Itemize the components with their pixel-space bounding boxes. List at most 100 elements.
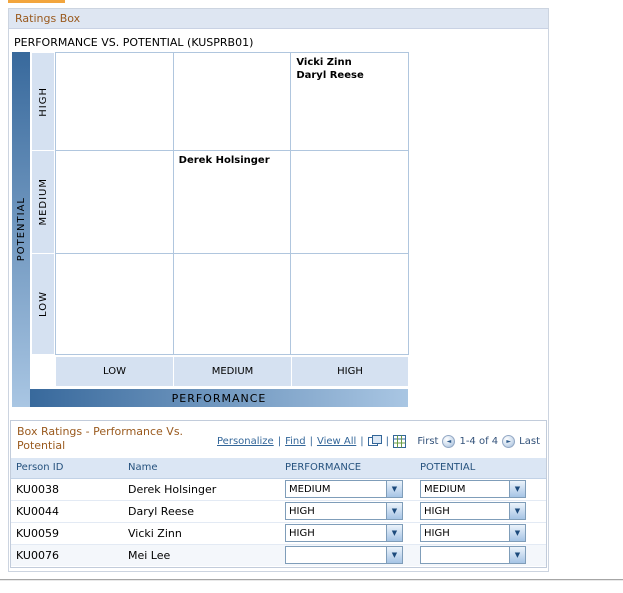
dropdown-arrow-icon[interactable]: ▼ [509, 525, 525, 541]
grid-title: Box Ratings - Performance Vs. Potential [17, 425, 184, 452]
toolbar-separator: | [309, 436, 313, 447]
dropdown-arrow-icon[interactable]: ▼ [509, 481, 525, 497]
table-row: KU0059 Vicki Zinn HIGH ▼ HIGH ▼ [11, 522, 546, 545]
performance-cell: ▼ [280, 544, 415, 566]
person-id-cell: KU0044 [11, 500, 123, 523]
download-icon[interactable] [393, 435, 407, 448]
potential-cell: ▼ [415, 544, 546, 566]
matrix-cell-medium-medium: Derek Holsinger [173, 151, 291, 253]
first-link[interactable]: First [417, 436, 438, 447]
section-header-label: Ratings Box [15, 12, 81, 25]
row-label-text: HIGH [37, 86, 49, 117]
table-row: KU0038 Derek Holsinger MEDIUM ▼ MEDIUM ▼ [11, 478, 546, 501]
performance-select[interactable]: ▼ [285, 546, 403, 565]
grid-popup-icon[interactable] [367, 435, 382, 448]
matrix-cell-high-high: Vicki Zinn Daryl Reese [291, 53, 408, 150]
matrix-row-label-low: LOW [32, 254, 54, 354]
table-row: KU0076 Mei Lee ▼ ▼ [11, 544, 546, 566]
dropdown-arrow-icon[interactable]: ▼ [386, 503, 402, 519]
potential-axis: POTENTIAL [12, 52, 30, 407]
performance-select[interactable]: HIGH ▼ [285, 524, 403, 542]
person-id-cell: KU0038 [11, 478, 123, 501]
box-ratings-table: Person ID Name PERFORMANCE POTENTIAL KU0… [11, 458, 546, 566]
matrix-row-label-high: HIGH [32, 53, 54, 150]
box-ratings-grid: Box Ratings - Performance Vs. Potential … [10, 420, 547, 568]
performance-select-value: HIGH [289, 527, 315, 539]
last-link[interactable]: Last [519, 436, 540, 447]
performance-axis: PERFORMANCE [30, 389, 408, 407]
potential-cell: HIGH ▼ [415, 522, 546, 545]
table-header-row: Person ID Name PERFORMANCE POTENTIAL [11, 458, 546, 479]
find-link[interactable]: Find [285, 436, 306, 447]
col-label-text: LOW [103, 366, 126, 377]
potential-select-value: HIGH [424, 527, 450, 539]
matrix-cell-medium-low [56, 151, 173, 253]
performance-select-value: MEDIUM [289, 483, 331, 495]
name-cell: Derek Holsinger [123, 478, 280, 501]
performance-cell: HIGH ▼ [280, 522, 415, 545]
col-header-person-id: Person ID [11, 458, 123, 479]
grid-toolbar: Personalize | Find | View All | | [217, 430, 407, 453]
matrix-person[interactable]: Daryl Reese [296, 69, 403, 82]
potential-cell: MEDIUM ▼ [415, 478, 546, 501]
matrix-col-label-medium: MEDIUM [174, 357, 291, 386]
dropdown-arrow-icon[interactable]: ▼ [509, 503, 525, 519]
col-label-text: MEDIUM [211, 366, 254, 377]
dropdown-arrow-icon[interactable]: ▼ [386, 481, 402, 497]
potential-select[interactable]: HIGH ▼ [420, 524, 526, 542]
name-cell: Mei Lee [123, 544, 280, 566]
toolbar-separator: | [360, 436, 364, 447]
person-id-cell: KU0076 [11, 544, 123, 566]
performance-select[interactable]: HIGH ▼ [285, 502, 403, 520]
ratings-box-page: Ratings Box PERFORMANCE VS. POTENTIAL (K… [0, 0, 623, 593]
matrix-cell-low-medium [173, 254, 291, 354]
dropdown-arrow-icon[interactable]: ▼ [386, 525, 402, 541]
page-divider [0, 579, 623, 580]
matrix-person[interactable]: Vicki Zinn [296, 56, 403, 69]
col-header-performance: PERFORMANCE [280, 458, 415, 479]
matrix-cell-low-low [56, 254, 173, 354]
matrix-cell-high-low [56, 53, 173, 150]
matrix-col-label-high: HIGH [292, 357, 408, 386]
performance-select[interactable]: MEDIUM ▼ [285, 480, 403, 498]
potential-select-value: HIGH [424, 505, 450, 517]
dropdown-arrow-icon[interactable]: ▼ [386, 547, 402, 564]
potential-select[interactable]: MEDIUM ▼ [420, 480, 526, 498]
view-all-link[interactable]: View All [317, 436, 356, 447]
row-range: 1-4 of 4 [459, 436, 499, 447]
matrix-cell-high-medium [173, 53, 291, 150]
potential-select[interactable]: HIGH ▼ [420, 502, 526, 520]
name-cell: Daryl Reese [123, 500, 280, 523]
personalize-link[interactable]: Personalize [217, 436, 274, 447]
potential-select[interactable]: ▼ [420, 546, 526, 565]
matrix-person[interactable]: Derek Holsinger [179, 154, 286, 167]
col-label-text: HIGH [337, 366, 363, 377]
matrix-col-label-low: LOW [56, 357, 173, 386]
next-arrow-icon[interactable]: ► [502, 435, 516, 448]
previous-arrow-icon[interactable]: ◄ [442, 435, 456, 448]
col-header-potential: POTENTIAL [415, 458, 546, 479]
toolbar-separator: | [277, 436, 282, 447]
potential-select-value: MEDIUM [424, 483, 466, 495]
row-label-text: LOW [37, 291, 49, 317]
matrix-cell-low-high [291, 254, 408, 354]
performance-select-value: HIGH [289, 505, 315, 517]
performance-axis-label: PERFORMANCE [171, 391, 267, 405]
chart-title: PERFORMANCE VS. POTENTIAL (KUSPRB01) [14, 36, 254, 49]
dropdown-arrow-icon[interactable]: ▼ [509, 547, 525, 564]
name-cell: Vicki Zinn [123, 522, 280, 545]
person-id-cell: KU0059 [11, 522, 123, 545]
grid-header: Box Ratings - Performance Vs. Potential … [11, 421, 546, 455]
matrix-grid: Vicki Zinn Daryl Reese Derek Holsinger [55, 52, 409, 355]
potential-axis-label: POTENTIAL [15, 197, 27, 262]
active-tab-edge [8, 0, 65, 3]
table-row: KU0044 Daryl Reese HIGH ▼ HIGH ▼ [11, 500, 546, 523]
col-header-name: Name [123, 458, 280, 479]
matrix-row-label-medium: MEDIUM [32, 151, 54, 253]
grid-pager: First ◄ 1-4 of 4 ► Last [417, 430, 540, 453]
section-header: Ratings Box [9, 9, 548, 29]
toolbar-separator: | [385, 436, 390, 447]
performance-cell: MEDIUM ▼ [280, 478, 415, 501]
matrix-cell-medium-high [291, 151, 408, 253]
performance-cell: HIGH ▼ [280, 500, 415, 523]
